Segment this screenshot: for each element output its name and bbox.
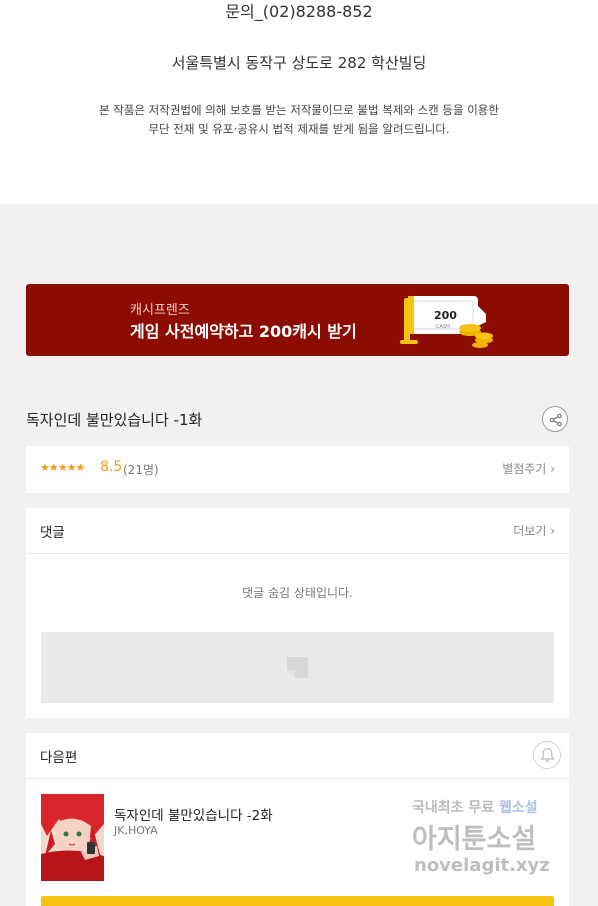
- comments-label: 댓글: [40, 525, 65, 541]
- rating-stars: ★★★★★: [40, 461, 85, 474]
- coupon-value: 200: [434, 309, 457, 322]
- bell-icon: [540, 747, 555, 762]
- copyright-notice: 본 작품은 저작권법에 의해 보호를 받는 저작물이므로 불법 복제와 스캔 등…: [0, 101, 598, 139]
- banner-subtitle: 캐시프렌즈: [130, 303, 190, 318]
- next-episode-label: 다음편: [40, 750, 78, 766]
- coupon-unit: CASH: [436, 324, 450, 330]
- rate-button[interactable]: 별점주기 ›: [502, 460, 555, 477]
- next-episode-author: JK,HOYA: [114, 824, 158, 837]
- cash-friends-banner[interactable]: 캐시프렌즈 게임 사전예약하고 200캐시 받기 200 CASH: [26, 284, 569, 356]
- next-episode-title[interactable]: 독자인데 불만있습니다 -2화: [114, 804, 273, 824]
- footer-info: 문의_(02)8288-852 서울특별시 동작구 상도로 282 학산빌딩 본…: [0, 0, 598, 204]
- comments-section: 댓글 더보기 › 댓글 숨김 상태입니다.: [26, 508, 569, 718]
- comments-header: 댓글 더보기 ›: [26, 508, 569, 554]
- episode-title: 독자인데 불만있습니다 -1화: [26, 411, 203, 429]
- rating-card: ★★★★★ 8.5 (21명) 별점주기 ›: [26, 446, 569, 493]
- notification-button[interactable]: [533, 741, 561, 769]
- comments-hidden-message: 댓글 숨김 상태입니다.: [242, 586, 353, 600]
- contact-phone: 문의_(02)8288-852: [225, 2, 373, 21]
- comments-more-label: 더보기: [513, 524, 547, 538]
- placeholder-image-icon: [287, 657, 308, 678]
- cash-coupon-icon: 200 CASH: [400, 296, 493, 348]
- share-button[interactable]: [542, 406, 568, 432]
- next-episode-thumbnail[interactable]: [41, 794, 104, 881]
- comments-more-button[interactable]: 더보기 ›: [513, 522, 555, 539]
- chevron-right-icon: ›: [550, 462, 555, 476]
- company-address: 서울특별시 동작구 상도로 282 학산빌딩: [171, 54, 427, 72]
- next-episode-button[interactable]: [41, 896, 554, 906]
- next-episode-header: 다음편: [26, 733, 569, 779]
- copyright-line-2: 무단 전재 및 유포·공유시 법적 제재를 받게 됨을 알려드립니다.: [148, 122, 450, 136]
- thumbnail-illustration: [41, 794, 104, 881]
- chevron-right-icon: ›: [550, 524, 555, 538]
- next-episode-section: 다음편 독자인데 불만있습니다 -2화 JK,HOYA: [26, 733, 569, 906]
- rating-count: (21명): [123, 463, 159, 477]
- banner-title: 게임 사전예약하고 200캐시 받기: [130, 322, 357, 341]
- rate-button-label: 별점주기: [502, 462, 547, 476]
- share-icon: [549, 413, 562, 427]
- copyright-line-1: 본 작품은 저작권법에 의해 보호를 받는 저작물이므로 불법 복제와 스캔 등…: [99, 103, 499, 117]
- rating-score: 8.5: [100, 459, 123, 475]
- ad-placeholder[interactable]: [41, 632, 554, 703]
